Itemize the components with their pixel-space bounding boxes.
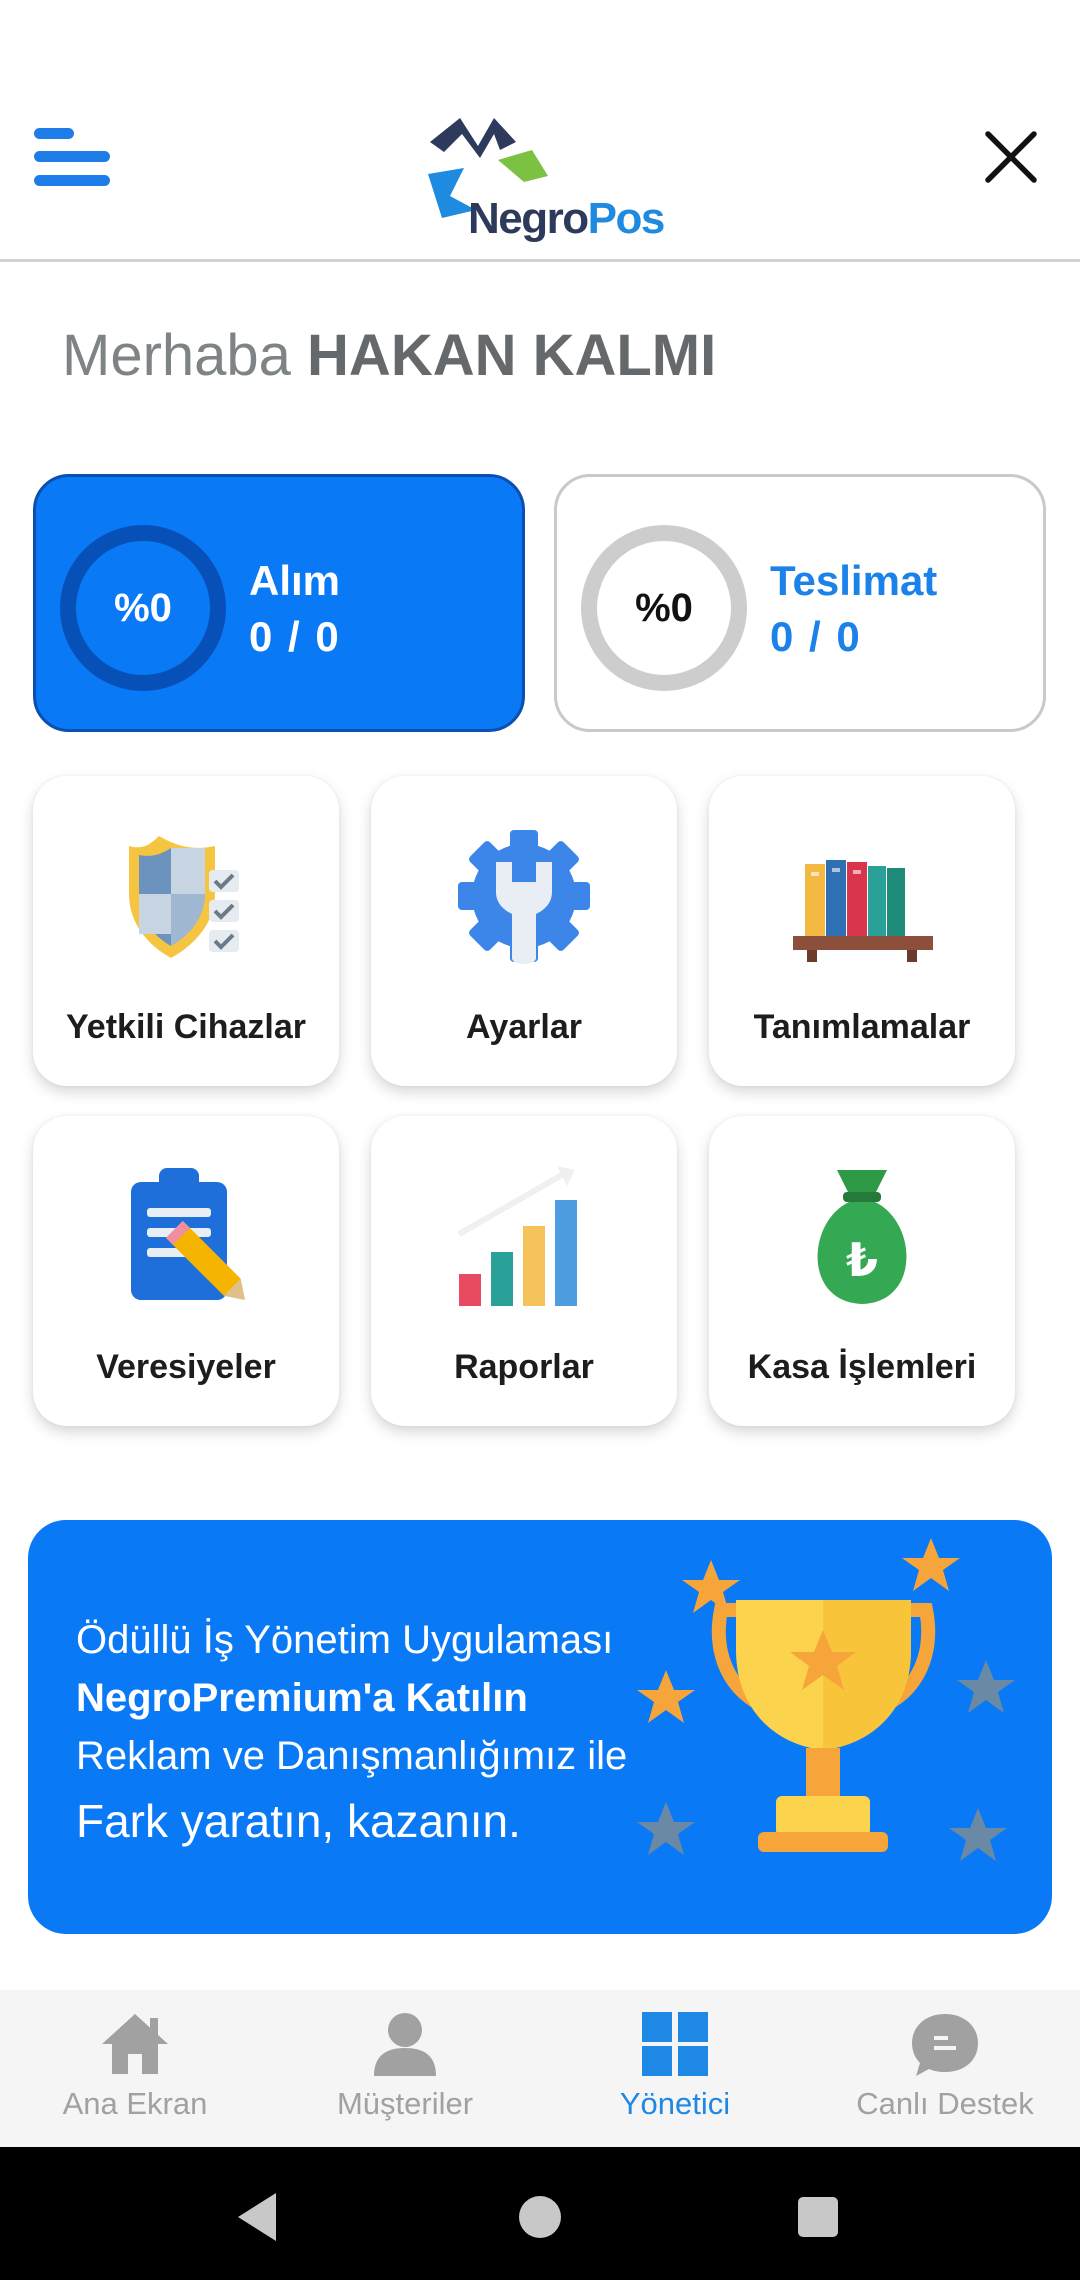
menu-icon[interactable]	[34, 124, 114, 190]
shield-check-icon	[111, 824, 261, 974]
teslimat-value: 0 / 0	[770, 613, 862, 660]
negropos-logo: NegroPos	[420, 112, 670, 252]
close-icon[interactable]	[984, 130, 1038, 184]
tile-label: Kasa İşlemleri	[747, 1348, 977, 1386]
tile-yetkili-cihazlar[interactable]: Yetkili Cihazlar	[33, 776, 339, 1086]
tile-label: Ayarlar	[466, 1008, 582, 1046]
alim-card[interactable]: %0 Alım 0 / 0	[33, 474, 525, 732]
tile-raporlar[interactable]: Raporlar	[371, 1116, 677, 1426]
nav-label: Canlı Destek	[856, 2086, 1034, 2121]
teslimat-progress-ring: %0	[581, 525, 747, 691]
home-button-icon[interactable]	[510, 2187, 570, 2247]
tile-label: Veresiyeler	[96, 1348, 276, 1386]
grid-icon	[640, 2010, 710, 2078]
nav-yonetici[interactable]: Yönetici	[540, 1990, 810, 2147]
bookshelf-icon	[787, 824, 937, 974]
promo-line-1: Ödüllü İş Yönetim Uygulaması	[76, 1618, 614, 1662]
trophy-icon	[626, 1520, 1026, 1910]
promo-line-3: Reklam ve Danışmanlığımız ile	[76, 1734, 628, 1778]
promo-line-4: Fark yaratın, kazanın.	[76, 1795, 521, 1847]
nav-label: Yönetici	[619, 2086, 731, 2121]
user-name: HAKAN KALMI	[307, 323, 717, 388]
person-icon	[370, 2010, 440, 2078]
promo-line-2: NegroPremium'a Katılın	[76, 1676, 528, 1720]
logo-text: NegroPos	[468, 194, 665, 243]
nav-musteriler[interactable]: Müşteriler	[270, 1990, 540, 2147]
nav-label: Müşteriler	[336, 2086, 474, 2121]
nav-label: Ana Ekran	[62, 2086, 208, 2121]
app-header: NegroPos	[0, 0, 1080, 262]
home-icon	[100, 2010, 170, 2078]
tile-veresiyeler[interactable]: Veresiyeler	[33, 1116, 339, 1426]
greeting: Merhaba HAKAN KALMI	[62, 322, 716, 389]
gear-wrench-icon	[449, 824, 599, 974]
alim-value: 0 / 0	[249, 613, 341, 660]
teslimat-title: Teslimat	[770, 557, 938, 604]
tile-ayarlar[interactable]: Ayarlar	[371, 776, 677, 1086]
clipboard-pencil-icon	[111, 1164, 261, 1314]
back-icon[interactable]	[228, 2187, 288, 2247]
tile-kasa-islemleri[interactable]: ₺ Kasa İşlemleri	[709, 1116, 1015, 1426]
tile-tanimlamalar[interactable]: Tanımlamalar	[709, 776, 1015, 1086]
svg-text:₺: ₺	[846, 1233, 878, 1287]
greeting-prefix: Merhaba	[62, 323, 291, 388]
nav-ana-ekran[interactable]: Ana Ekran	[0, 1990, 270, 2147]
bottom-navigation: Ana Ekran Müşteriler Yönetici Canlı Dest…	[0, 1990, 1080, 2147]
chat-icon	[910, 2010, 980, 2078]
premium-promo-banner[interactable]: Ödüllü İş Yönetim Uygulaması NegroPremiu…	[28, 1520, 1052, 1934]
alim-title: Alım	[249, 557, 341, 604]
bar-chart-icon	[449, 1164, 599, 1314]
recents-icon[interactable]	[788, 2187, 848, 2247]
teslimat-card[interactable]: %0 Teslimat 0 / 0	[554, 474, 1046, 732]
system-navigation-bar	[0, 2147, 1080, 2280]
alim-progress-ring: %0	[60, 525, 226, 691]
tile-label: Raporlar	[454, 1348, 594, 1386]
tile-label: Tanımlamalar	[753, 1008, 971, 1046]
nav-canli-destek[interactable]: Canlı Destek	[810, 1990, 1080, 2147]
money-bag-icon: ₺	[787, 1164, 937, 1314]
tile-label: Yetkili Cihazlar	[66, 1008, 306, 1046]
